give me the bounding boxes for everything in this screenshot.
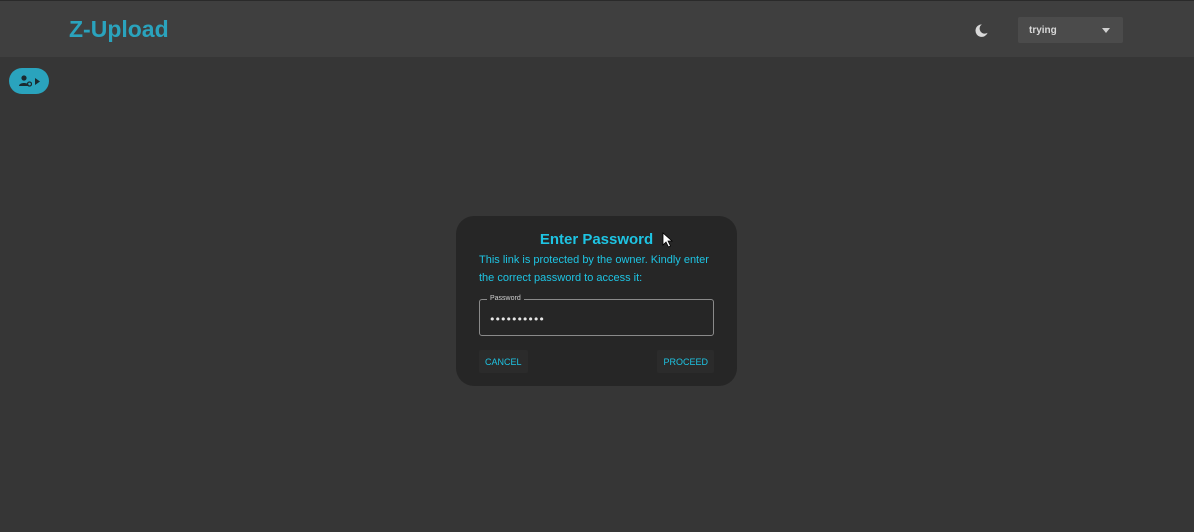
dialog-message: This link is protected by the owner. Kin… bbox=[479, 254, 709, 284]
user-select[interactable]: trying bbox=[1018, 17, 1123, 43]
chevron-down-icon bbox=[1102, 28, 1110, 33]
dialog-title: Enter Password bbox=[539, 231, 654, 248]
top-bar: Z-Upload trying bbox=[0, 0, 1194, 57]
chevron-right-icon bbox=[34, 77, 40, 85]
user-select-value: trying bbox=[1029, 24, 1057, 36]
cancel-button[interactable]: CANCEL bbox=[479, 350, 528, 373]
brand-logo[interactable]: Z-Upload bbox=[69, 16, 169, 43]
password-input[interactable] bbox=[489, 312, 699, 326]
password-label: Password bbox=[487, 295, 524, 302]
user-settings-icon bbox=[18, 75, 32, 87]
theme-toggle-button[interactable] bbox=[972, 21, 990, 39]
moon-icon bbox=[974, 23, 988, 37]
password-field[interactable]: Password bbox=[479, 295, 714, 336]
proceed-button[interactable]: PROCEED bbox=[657, 350, 714, 373]
mouse-cursor-icon bbox=[662, 232, 673, 248]
user-settings-toggle-button[interactable] bbox=[9, 68, 49, 94]
password-dialog: Enter Password This link is protected by… bbox=[456, 216, 737, 386]
